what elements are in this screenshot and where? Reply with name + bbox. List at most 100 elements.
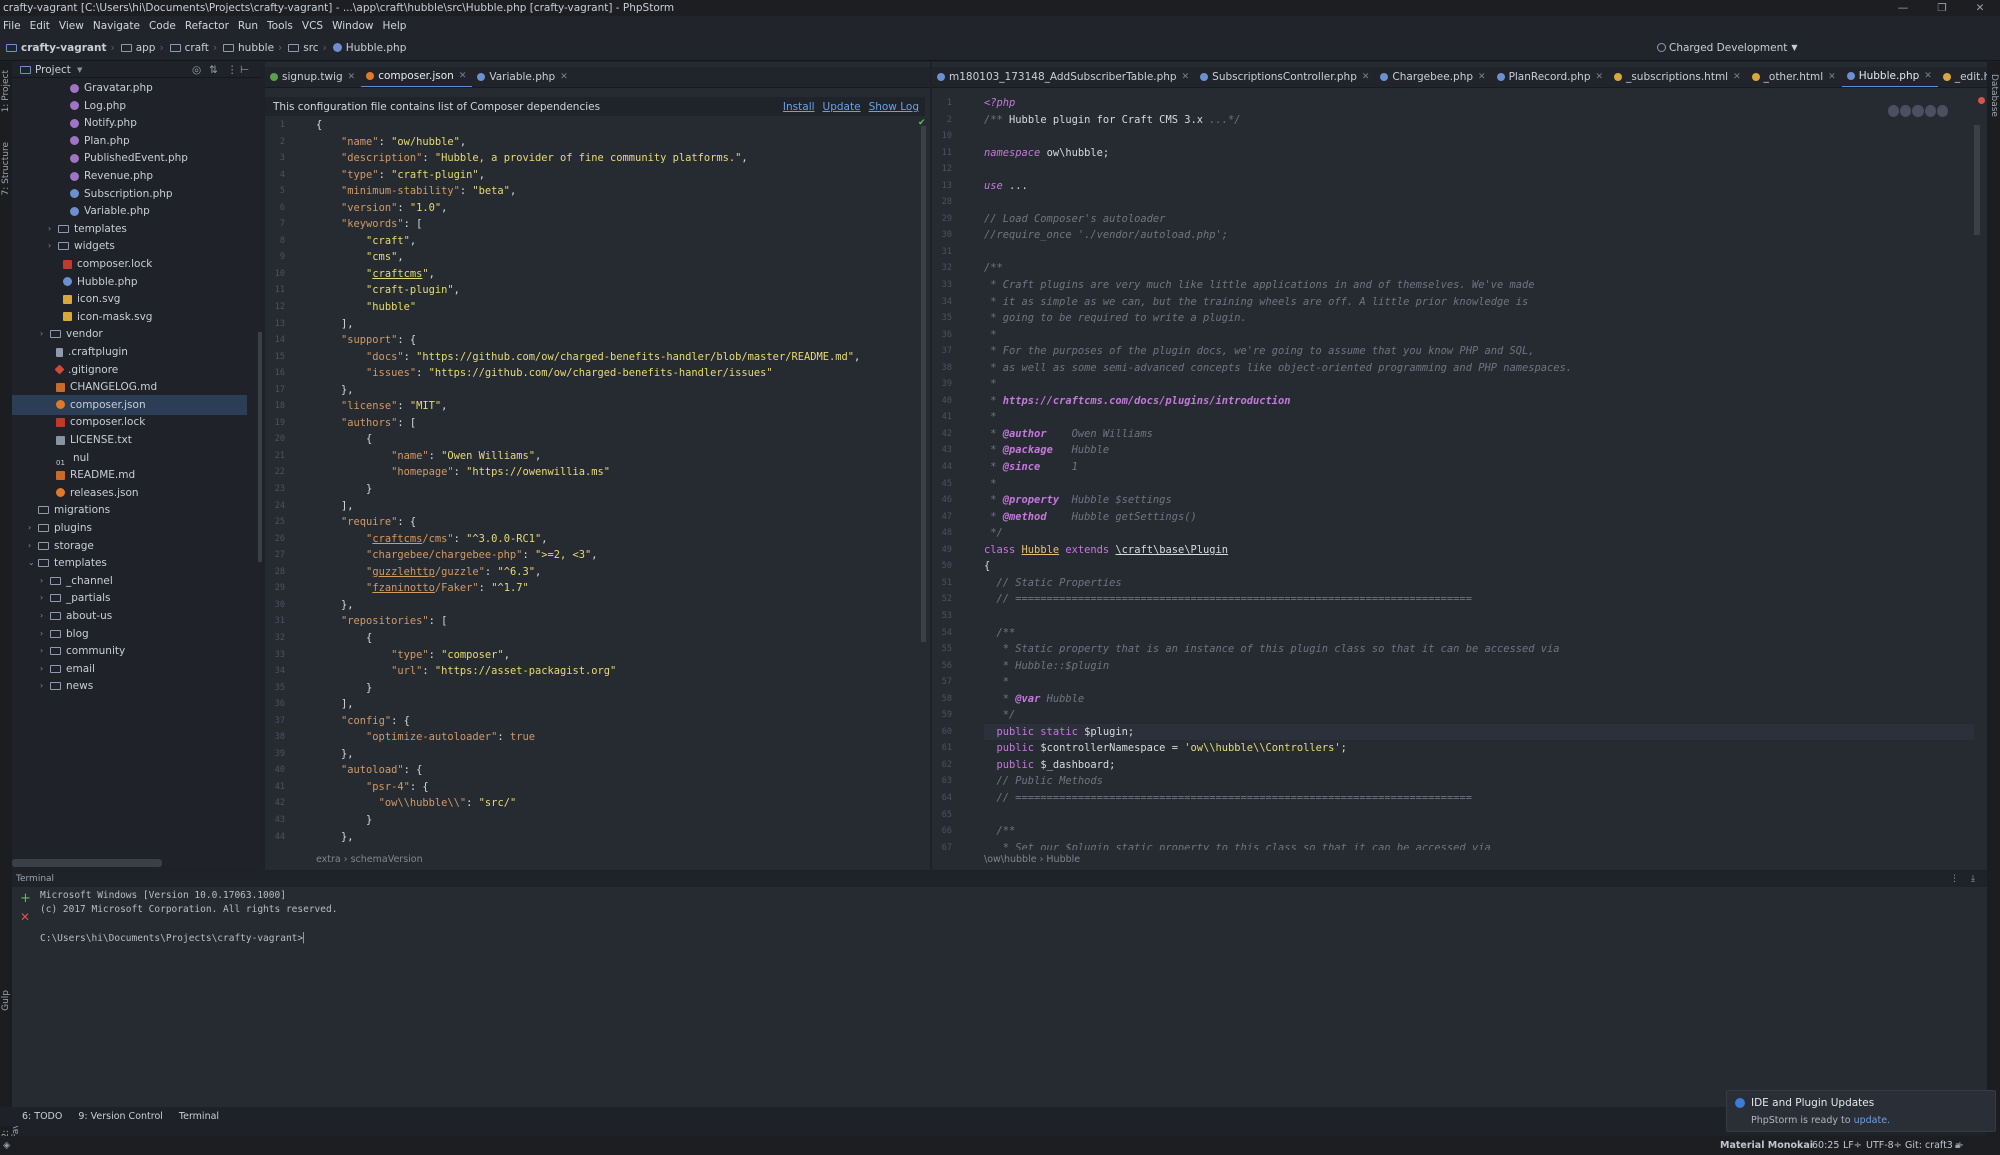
expand-arrow-icon[interactable]: › bbox=[40, 676, 50, 696]
horizontal-scrollbar[interactable] bbox=[12, 859, 162, 867]
tree-item[interactable]: › news bbox=[12, 676, 247, 696]
update-notification[interactable]: IDE and Plugin Updates PhpStorm is ready… bbox=[1726, 1090, 1996, 1132]
line-number: 43 bbox=[274, 814, 285, 825]
error-indicator-icon[interactable] bbox=[1978, 97, 1985, 104]
left-editor-scrollbar[interactable] bbox=[921, 126, 926, 642]
menu-vcs[interactable]: VCS bbox=[302, 20, 323, 32]
database-tool-tab[interactable]: Database bbox=[1989, 74, 1999, 117]
minimize-icon[interactable]: — bbox=[1889, 0, 1917, 16]
tab-m180103-173148-addsubscribertable-php[interactable]: m180103_173148_AddSubscriberTable.php ✕ bbox=[932, 67, 1195, 87]
close-tab-icon[interactable]: ✕ bbox=[1733, 72, 1741, 82]
close-tab-icon[interactable]: ✕ bbox=[1182, 72, 1190, 82]
php-class-icon bbox=[70, 171, 79, 181]
menu-refactor[interactable]: Refactor bbox=[185, 20, 229, 32]
notification-body: PhpStorm is ready to update. bbox=[1751, 1115, 1890, 1126]
project-tool-tab[interactable]: 1: Project bbox=[1, 70, 11, 112]
tab-subscriptionscontroller-php[interactable]: SubscriptionsController.php ✕ bbox=[1195, 67, 1375, 87]
close-tab-icon[interactable]: ✕ bbox=[560, 72, 568, 82]
tab--other-html[interactable]: _other.html ✕ bbox=[1747, 67, 1842, 87]
code-line: "minimum-stability": "beta", bbox=[341, 185, 517, 198]
menu-edit[interactable]: Edit bbox=[30, 20, 50, 32]
menu-file[interactable]: File bbox=[3, 20, 21, 32]
breadcrumb-crafty-vagrant[interactable]: crafty-vagrant › bbox=[4, 42, 115, 54]
close-tab-icon[interactable]: ✕ bbox=[1596, 72, 1604, 82]
firefox-icon[interactable] bbox=[1900, 105, 1912, 117]
tab-planrecord-php[interactable]: PlanRecord.php ✕ bbox=[1492, 67, 1610, 87]
breadcrumb-craft[interactable]: craft › bbox=[168, 42, 217, 54]
tab-signup-twig[interactable]: signup.twig ✕ bbox=[265, 67, 361, 87]
tab-composer-json[interactable]: composer.json ✕ bbox=[361, 67, 473, 87]
add-terminal-icon[interactable]: + bbox=[20, 891, 31, 906]
menu-code[interactable]: Code bbox=[149, 20, 176, 32]
options-icon[interactable]: ⋮ bbox=[1950, 872, 1959, 887]
left-editor-breadcrumb[interactable]: extra › schemaVersion bbox=[316, 852, 423, 868]
close-tab-icon[interactable]: ✕ bbox=[1924, 71, 1932, 81]
update-link[interactable]: Update bbox=[823, 101, 861, 113]
folder-icon bbox=[50, 682, 61, 691]
status-toggle-icon[interactable]: ◈ bbox=[3, 1136, 10, 1155]
menu-window[interactable]: Window bbox=[332, 20, 373, 32]
close-tab-icon[interactable]: ✕ bbox=[1478, 72, 1486, 82]
install-link[interactable]: Install bbox=[783, 101, 815, 113]
collapse-icon[interactable]: ⇅ bbox=[209, 64, 218, 76]
php-file-icon bbox=[70, 206, 79, 216]
tool-window-6-todo[interactable]: 6: TODO bbox=[22, 1111, 62, 1122]
line-number: 48 bbox=[941, 528, 952, 539]
close-tab-icon[interactable]: ✕ bbox=[1362, 72, 1370, 82]
update-link[interactable]: update. bbox=[1854, 1115, 1891, 1126]
maximize-icon[interactable]: ❐ bbox=[1928, 0, 1956, 16]
breadcrumb-hubble-php[interactable]: Hubble.php bbox=[331, 42, 406, 54]
safari-icon[interactable] bbox=[1912, 105, 1924, 117]
close-tab-icon[interactable]: ✕ bbox=[459, 71, 467, 81]
right-editor-scrollbar[interactable] bbox=[1974, 125, 1980, 235]
lock-icon[interactable]: 🔒︎ bbox=[1955, 1136, 1960, 1155]
run-config-select[interactable]: Charged Development ▼ bbox=[1657, 39, 1798, 56]
tab--subscriptions-html[interactable]: _subscriptions.html ✕ bbox=[1609, 67, 1747, 87]
menu-help[interactable]: Help bbox=[383, 20, 407, 32]
tab-chargebee-php[interactable]: Chargebee.php ✕ bbox=[1375, 67, 1491, 87]
close-icon[interactable]: ✕ bbox=[1966, 0, 1994, 16]
hubble-php-code[interactable]: <?php /** Hubble plugin for Craft CMS 3.x… bbox=[984, 95, 1974, 850]
line-separator[interactable]: LF÷ bbox=[1843, 1136, 1862, 1155]
tab-variable-php[interactable]: Variable.php ✕ bbox=[472, 67, 573, 87]
project-panel-title[interactable]: Project bbox=[35, 64, 71, 76]
opera-icon[interactable] bbox=[1924, 105, 1936, 117]
breadcrumb-label: src bbox=[303, 41, 319, 54]
breadcrumb-hubble[interactable]: hubble › bbox=[221, 42, 282, 54]
caret-position[interactable]: 60:25 bbox=[1812, 1136, 1839, 1155]
breadcrumb-label: craft bbox=[184, 41, 209, 54]
chrome-icon[interactable] bbox=[1888, 105, 1900, 117]
terminal-output[interactable]: Microsoft Windows [Version 10.0.17063.10… bbox=[40, 889, 337, 946]
breadcrumb-app[interactable]: app › bbox=[119, 42, 164, 54]
close-terminal-icon[interactable]: ✕ bbox=[20, 910, 30, 924]
tab-hubble-php[interactable]: Hubble.php ✕ bbox=[1841, 67, 1938, 87]
target-icon[interactable]: ◎ bbox=[192, 64, 201, 76]
tool-window-9-version-control[interactable]: 9: Version Control bbox=[78, 1111, 163, 1122]
menu-tools[interactable]: Tools bbox=[267, 20, 293, 32]
menu-run[interactable]: Run bbox=[238, 20, 258, 32]
theme-indicator[interactable]: Material Monokai bbox=[1720, 1136, 1813, 1155]
gulp-tool-tab[interactable]: Gulp bbox=[1, 990, 11, 1011]
ie-icon[interactable] bbox=[1936, 105, 1949, 117]
close-tab-icon[interactable]: ✕ bbox=[348, 72, 356, 82]
vertical-scrollbar[interactable] bbox=[258, 332, 262, 562]
menu-navigate[interactable]: Navigate bbox=[93, 20, 140, 32]
file-encoding[interactable]: UTF-8÷ bbox=[1866, 1136, 1902, 1155]
composer-json-code[interactable]: { "name": "ow/hubble", "description": "H… bbox=[316, 117, 916, 850]
menu-view[interactable]: View bbox=[59, 20, 84, 32]
hide-icon[interactable]: ⊢ bbox=[240, 64, 249, 76]
tab--edit-html[interactable]: _edit.html✕ bbox=[1938, 67, 1987, 87]
close-tab-icon[interactable]: ✕ bbox=[1828, 72, 1836, 82]
tool-window-terminal[interactable]: Terminal bbox=[179, 1111, 219, 1122]
php-file-icon bbox=[63, 277, 72, 287]
hide-panel-icon[interactable]: ⤓ bbox=[1971, 872, 1975, 887]
code-line: * Static property that is an instance of… bbox=[996, 643, 1560, 656]
show-log-link[interactable]: Show Log bbox=[869, 101, 919, 113]
breadcrumb-src[interactable]: src › bbox=[286, 42, 327, 54]
structure-tool-tab[interactable]: 7: Structure bbox=[1, 142, 11, 196]
right-editor-breadcrumb[interactable]: \ow\hubble › Hubble bbox=[984, 852, 1080, 868]
settings-icon[interactable]: ⋮ bbox=[227, 64, 238, 76]
folder-icon bbox=[58, 224, 69, 233]
chevron-down-icon[interactable]: ▼ bbox=[77, 66, 82, 74]
code-line: "craftcms/cms": "^3.0.0-RC1", bbox=[366, 532, 548, 545]
